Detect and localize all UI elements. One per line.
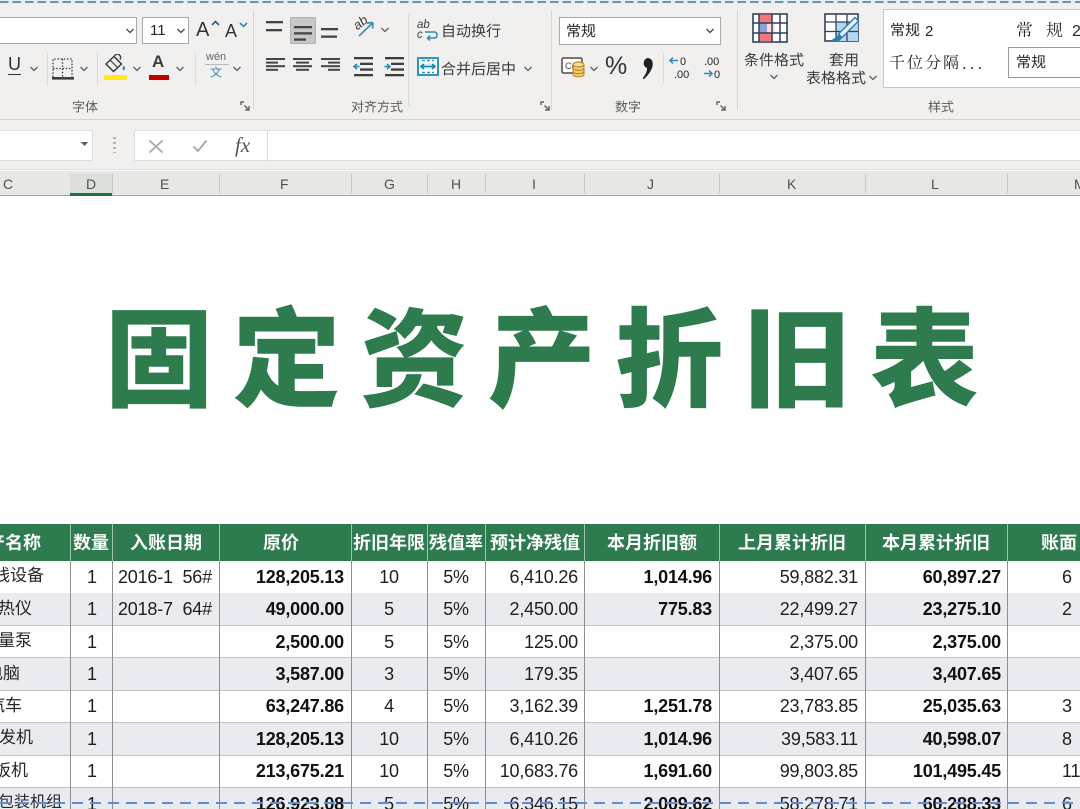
svg-text:.00: .00 bbox=[674, 69, 689, 81]
svg-text:.00: .00 bbox=[704, 56, 719, 68]
svg-text:0: 0 bbox=[680, 56, 686, 68]
svg-text:0: 0 bbox=[714, 69, 720, 81]
